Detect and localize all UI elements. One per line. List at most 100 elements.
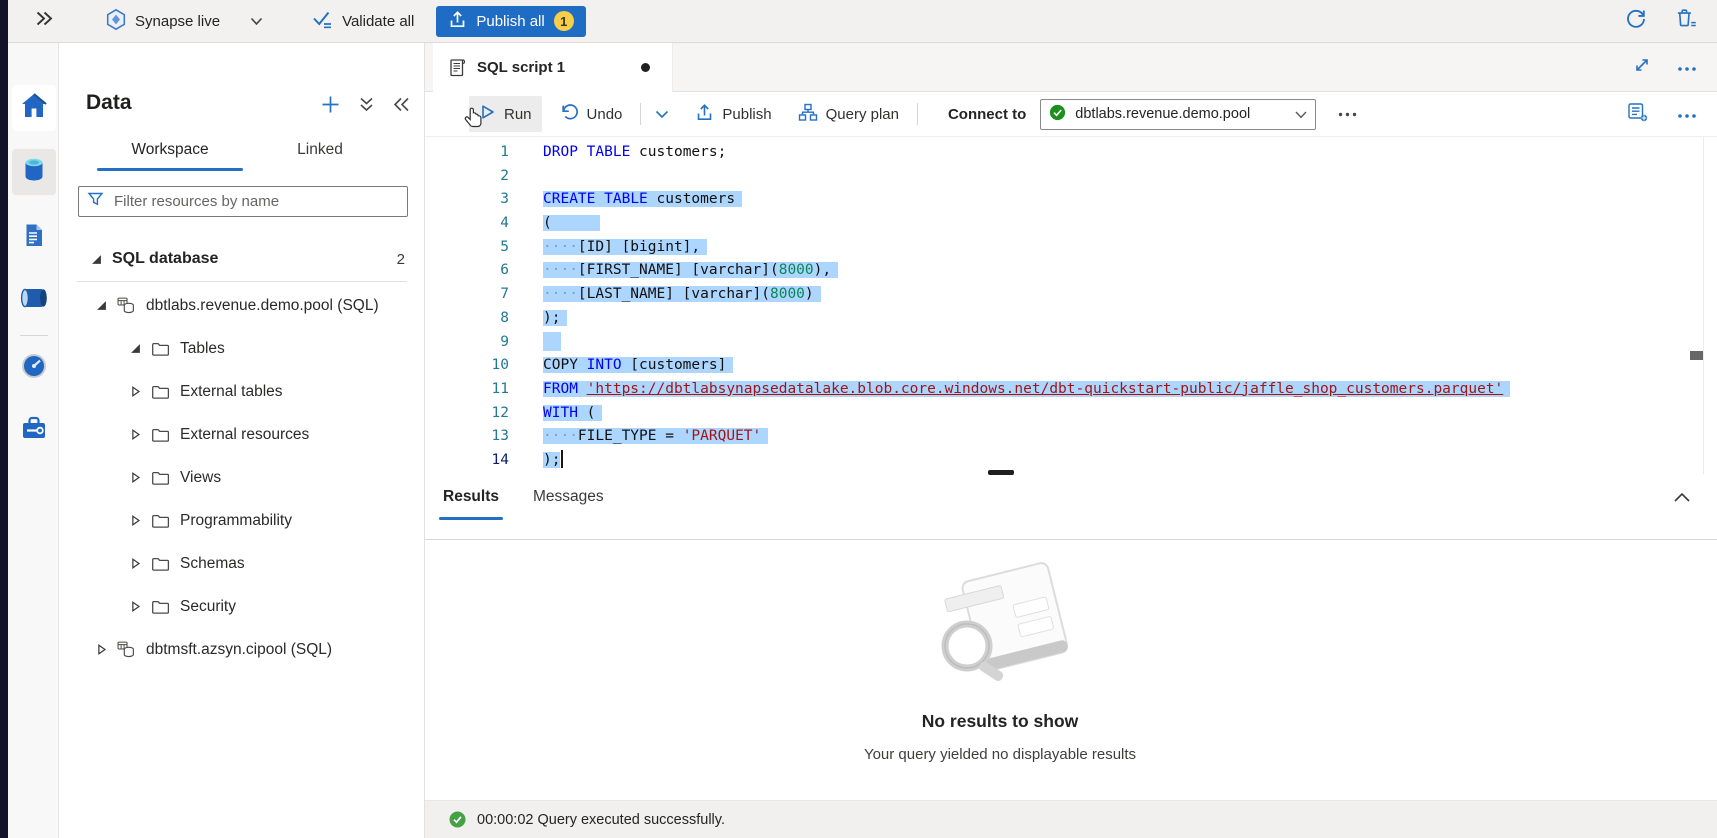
- tree-item-tables[interactable]: Tables: [59, 327, 425, 370]
- nav-data-button[interactable]: [12, 149, 56, 195]
- folder-icon: [151, 427, 170, 443]
- expanded-twisty-icon[interactable]: [91, 254, 102, 265]
- tree-item-external-tables[interactable]: External tables: [59, 370, 425, 413]
- undo-button[interactable]: Undo: [550, 96, 633, 132]
- tab-workspace[interactable]: Workspace: [95, 141, 245, 171]
- line-number[interactable]: 14: [425, 449, 509, 473]
- code-line-3: CREATE TABLE customers: [543, 188, 1717, 212]
- sql-code-editor[interactable]: 1234567891011121314 DROP TABLE customers…: [425, 137, 1717, 474]
- tree-item-programmability[interactable]: Programmability: [59, 499, 425, 542]
- line-number[interactable]: 2: [425, 165, 509, 189]
- toolbar-separator-2: [917, 103, 918, 125]
- nav-home-button[interactable]: [12, 85, 56, 131]
- nav-integrate-button[interactable]: [12, 277, 56, 323]
- publish-upload-icon: [695, 103, 714, 126]
- line-number[interactable]: 11: [425, 378, 509, 402]
- code-line-6: ····[FIRST_NAME] [varchar](8000),: [543, 259, 1717, 283]
- collapsed-twisty-icon[interactable]: [129, 515, 141, 526]
- folder-icon: [151, 599, 170, 615]
- editor-more-icon[interactable]: [1677, 106, 1697, 123]
- tab-messages[interactable]: Messages: [533, 488, 604, 520]
- line-number[interactable]: 10: [425, 354, 509, 378]
- line-number[interactable]: 7: [425, 283, 509, 307]
- collapsed-twisty-icon[interactable]: [129, 429, 141, 440]
- query-plan-icon: [798, 103, 818, 126]
- tree-item-external-resources[interactable]: External resources: [59, 413, 425, 456]
- line-number[interactable]: 6: [425, 259, 509, 283]
- connect-to-label: Connect to: [948, 106, 1026, 123]
- tree-item-views[interactable]: Views: [59, 456, 425, 499]
- synapse-live-selector[interactable]: Synapse live: [105, 8, 263, 35]
- home-icon: [19, 92, 49, 124]
- collapsed-twisty-icon[interactable]: [129, 472, 141, 483]
- database-icon: [117, 641, 136, 658]
- line-number-gutter[interactable]: 1234567891011121314: [425, 141, 543, 473]
- tree-item-dbtlabs-revenue-demo-pool-sql-[interactable]: dbtlabs.revenue.demo.pool (SQL): [59, 284, 425, 327]
- collapsed-twisty-icon[interactable]: [95, 644, 107, 655]
- discard-all-button[interactable]: [1673, 6, 1699, 37]
- nav-monitor-button[interactable]: [12, 345, 56, 391]
- tab-sql-script-1[interactable]: SQL script 1: [433, 43, 673, 92]
- section-label: SQL database: [112, 250, 218, 268]
- collapse-panel-icon[interactable]: [393, 97, 410, 112]
- left-nav-rail: [8, 43, 59, 838]
- empty-results-title: No results to show: [425, 711, 1575, 732]
- collapse-results-chevron[interactable]: [1673, 490, 1691, 508]
- collapsed-twisty-icon[interactable]: [129, 558, 141, 569]
- collapse-all-icon[interactable]: [358, 96, 375, 113]
- run-button[interactable]: Run: [469, 96, 542, 132]
- collapsed-twisty-icon[interactable]: [129, 386, 141, 397]
- expand-header-button[interactable]: [34, 10, 53, 32]
- editor-scrollbar-thumb[interactable]: [1690, 351, 1703, 360]
- connect-to-pool-dropdown[interactable]: dbtlabs.revenue.demo.pool: [1040, 99, 1316, 130]
- filter-resources-input[interactable]: [112, 192, 399, 211]
- query-plan-button[interactable]: Query plan: [788, 96, 909, 132]
- toolbar-more-icon[interactable]: [1338, 112, 1357, 117]
- nav-develop-button[interactable]: [12, 215, 56, 261]
- nav-manage-button[interactable]: [12, 407, 56, 453]
- sql-database-section[interactable]: SQL database 2: [59, 241, 425, 277]
- tab-results[interactable]: Results: [443, 488, 499, 520]
- line-number[interactable]: 12: [425, 402, 509, 426]
- pool-selected-value: dbtlabs.revenue.demo.pool: [1075, 106, 1286, 122]
- line-number[interactable]: 1: [425, 141, 509, 165]
- tree-item-security[interactable]: Security: [59, 585, 425, 628]
- add-resource-button[interactable]: [321, 95, 340, 114]
- line-number[interactable]: 3: [425, 188, 509, 212]
- collapsed-twisty-icon[interactable]: [129, 601, 141, 612]
- publish-all-button[interactable]: Publish all 1: [436, 6, 585, 37]
- window-edge-strip: [0, 0, 8, 838]
- synapse-studio-window: Synapse live Validate all Publish all 1: [0, 0, 1717, 838]
- expanded-twisty-icon[interactable]: [129, 343, 141, 354]
- tab-more-actions-icon[interactable]: [1677, 59, 1697, 77]
- tree-item-dbtmsft-azsyn-cipool-sql-[interactable]: dbtmsft.azsyn.cipool (SQL): [59, 628, 425, 671]
- code-line-10: COPY INTO [customers]: [543, 354, 1717, 378]
- empty-results-subtitle: Your query yielded no displayable result…: [425, 746, 1575, 763]
- line-number[interactable]: 9: [425, 331, 509, 355]
- refresh-button[interactable]: [1623, 6, 1649, 37]
- panel-splitter-handle[interactable]: [988, 470, 1014, 475]
- validate-all-button[interactable]: Validate all: [311, 9, 414, 34]
- double-chevron-right-icon: [34, 10, 53, 32]
- sql-script-icon: [447, 58, 466, 78]
- folder-icon: [151, 513, 170, 529]
- tree-item-label: dbtmsft.azsyn.cipool (SQL): [146, 641, 332, 659]
- run-options-chevron[interactable]: [649, 110, 675, 119]
- publish-button[interactable]: Publish: [685, 96, 781, 132]
- code-lines[interactable]: DROP TABLE customers;CREATE TABLE custom…: [543, 141, 1717, 473]
- tree-item-schemas[interactable]: Schemas: [59, 542, 425, 585]
- code-line-11: FROM 'https://dbtlabsynapsedatalake.blob…: [543, 378, 1717, 402]
- line-number[interactable]: 4: [425, 212, 509, 236]
- query-plan-label: Query plan: [826, 106, 899, 123]
- line-number[interactable]: 13: [425, 425, 509, 449]
- panel-title: Data: [86, 91, 132, 115]
- line-number[interactable]: 5: [425, 236, 509, 260]
- data-explorer-panel: Data Workspace Linked SQL: [59, 43, 425, 838]
- expanded-twisty-icon[interactable]: [95, 300, 107, 311]
- expand-editor-icon[interactable]: [1633, 56, 1651, 79]
- line-number[interactable]: 8: [425, 307, 509, 331]
- tree-item-label: Schemas: [180, 555, 245, 573]
- properties-icon[interactable]: [1627, 101, 1649, 127]
- chevron-down-icon: [250, 13, 263, 30]
- tab-linked[interactable]: Linked: [245, 141, 395, 171]
